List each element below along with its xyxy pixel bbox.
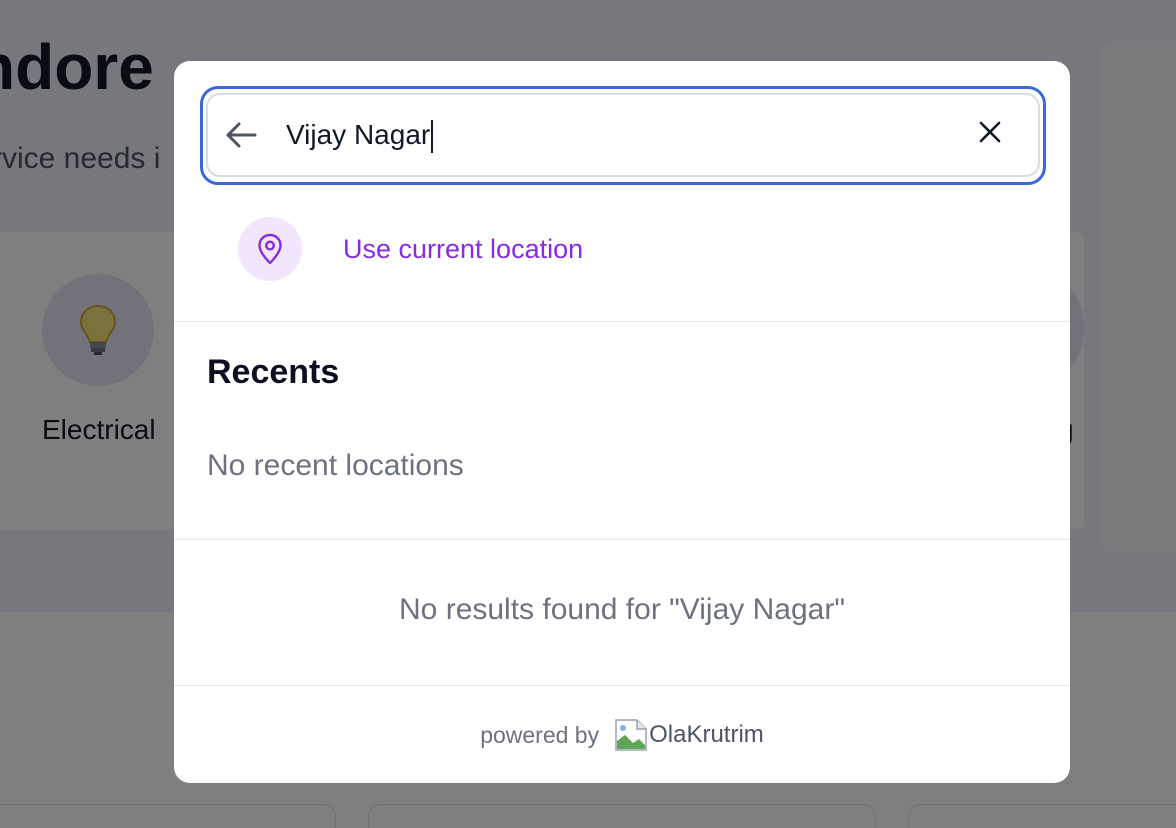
location-icon-circle bbox=[238, 217, 302, 281]
divider bbox=[174, 685, 1070, 686]
attribution-footer: powered by OlaKrutrim bbox=[174, 719, 1070, 751]
text-cursor bbox=[431, 120, 433, 153]
location-search-input[interactable] bbox=[286, 113, 946, 157]
use-current-location-button[interactable]: Use current location bbox=[206, 209, 906, 289]
clear-search-button[interactable] bbox=[974, 116, 1006, 148]
no-recent-locations-text: No recent locations bbox=[207, 449, 464, 482]
recents-heading: Recents bbox=[207, 353, 340, 391]
powered-by-text: powered by bbox=[480, 721, 600, 748]
no-results-text: No results found for "Vijay Nagar" bbox=[399, 593, 845, 626]
back-button[interactable] bbox=[222, 116, 260, 154]
arrow-left-icon bbox=[226, 122, 257, 148]
close-icon bbox=[979, 121, 1001, 143]
brand-name: OlaKrutrim bbox=[649, 721, 764, 748]
map-pin-icon bbox=[258, 233, 282, 265]
use-current-location-label: Use current location bbox=[343, 233, 584, 264]
location-search-modal: Use current location Recents No recent l… bbox=[174, 61, 1070, 783]
divider bbox=[174, 321, 1070, 322]
divider bbox=[174, 539, 1070, 540]
broken-image-icon bbox=[615, 719, 647, 751]
